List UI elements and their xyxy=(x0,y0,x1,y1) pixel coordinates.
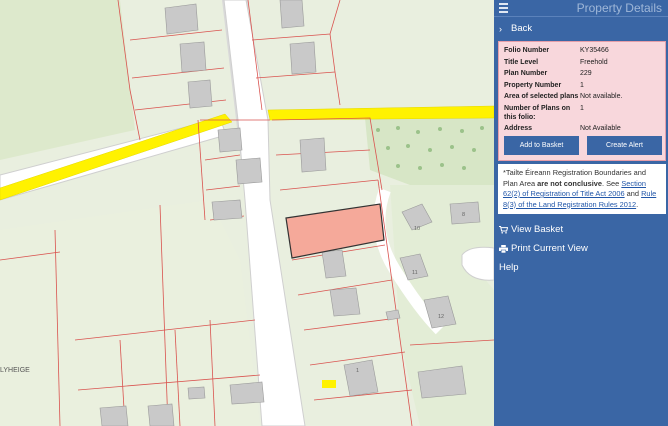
detail-row: Number of Plans on this folio: 1 xyxy=(504,104,662,122)
map-canvas[interactable]: LYHEIGE 8 10 11 12 1 xyxy=(0,0,494,426)
notice-text: . See xyxy=(602,178,622,188)
panel-bottom-nav: View Basket Print Current View Help xyxy=(494,220,668,277)
house-number: 10 xyxy=(414,226,420,232)
map-view[interactable]: LYHEIGE 8 10 11 12 1 xyxy=(0,0,494,426)
detail-value: Not Available xyxy=(580,125,621,132)
printer-icon xyxy=(499,244,511,253)
detail-row: Plan Number 229 xyxy=(504,69,662,78)
detail-row: Property Number 1 xyxy=(504,81,662,90)
add-to-basket-button[interactable]: Add to Basket xyxy=(504,136,579,155)
property-details-box: Folio Number KY35466 Title Level Freehold … xyxy=(498,41,666,161)
chevron-right-icon: › xyxy=(499,23,502,34)
detail-key: Property Number xyxy=(504,81,562,89)
detail-key: Plan Number xyxy=(504,70,548,77)
help-button[interactable]: Help xyxy=(494,258,668,277)
detail-value: 1 xyxy=(580,104,584,112)
details-actions: Add to Basket Create Alert xyxy=(504,136,662,155)
detail-key: Title Level xyxy=(504,58,539,66)
cart-icon xyxy=(499,225,511,234)
notice-bold: are not conclusive xyxy=(537,178,603,188)
detail-key: Address xyxy=(504,125,533,132)
detail-value: 1 xyxy=(580,81,584,89)
road-marker xyxy=(322,380,336,388)
detail-row: Folio Number KY35466 xyxy=(504,46,662,55)
detail-key: Number of Plans on this folio: xyxy=(504,104,571,121)
detail-value: Freehold xyxy=(580,58,608,66)
detail-key: Area of selected plans xyxy=(504,93,579,100)
view-basket-label: View Basket xyxy=(511,224,564,235)
property-details-panel: Property Details › Back Folio Number KY35… xyxy=(494,0,668,426)
print-label: Print Current View xyxy=(511,243,588,254)
back-button[interactable]: › Back xyxy=(494,19,668,38)
help-label: Help xyxy=(499,262,519,273)
create-alert-button[interactable]: Create Alert xyxy=(587,136,662,155)
detail-key: Folio Number xyxy=(504,47,550,54)
house-number: 11 xyxy=(412,270,418,276)
detail-row: Title Level Freehold xyxy=(504,58,662,67)
view-basket-button[interactable]: View Basket xyxy=(494,220,668,239)
panel-title: Property Details xyxy=(576,1,662,15)
back-label: Back xyxy=(511,23,533,34)
notice-text: and xyxy=(624,189,642,198)
place-label: LYHEIGE xyxy=(0,367,30,374)
house-number: 1 xyxy=(356,368,359,374)
detail-row: Area of selected plans Not available. xyxy=(504,92,662,101)
menu-icon[interactable] xyxy=(494,0,510,17)
detail-value: KY35466 xyxy=(580,47,609,54)
detail-value: 229 xyxy=(580,70,592,77)
detail-value: Not available. xyxy=(580,93,623,100)
registration-notice: *Tailte Éireann Registration Boundaries … xyxy=(498,164,666,214)
notice-text: . xyxy=(636,199,639,209)
detail-row: Address Not Available xyxy=(504,124,662,133)
field-area xyxy=(0,200,260,426)
panel-header: Property Details xyxy=(494,0,668,17)
print-current-view-button[interactable]: Print Current View xyxy=(494,239,668,258)
house-number: 8 xyxy=(462,212,465,218)
house-number: 12 xyxy=(438,314,444,320)
